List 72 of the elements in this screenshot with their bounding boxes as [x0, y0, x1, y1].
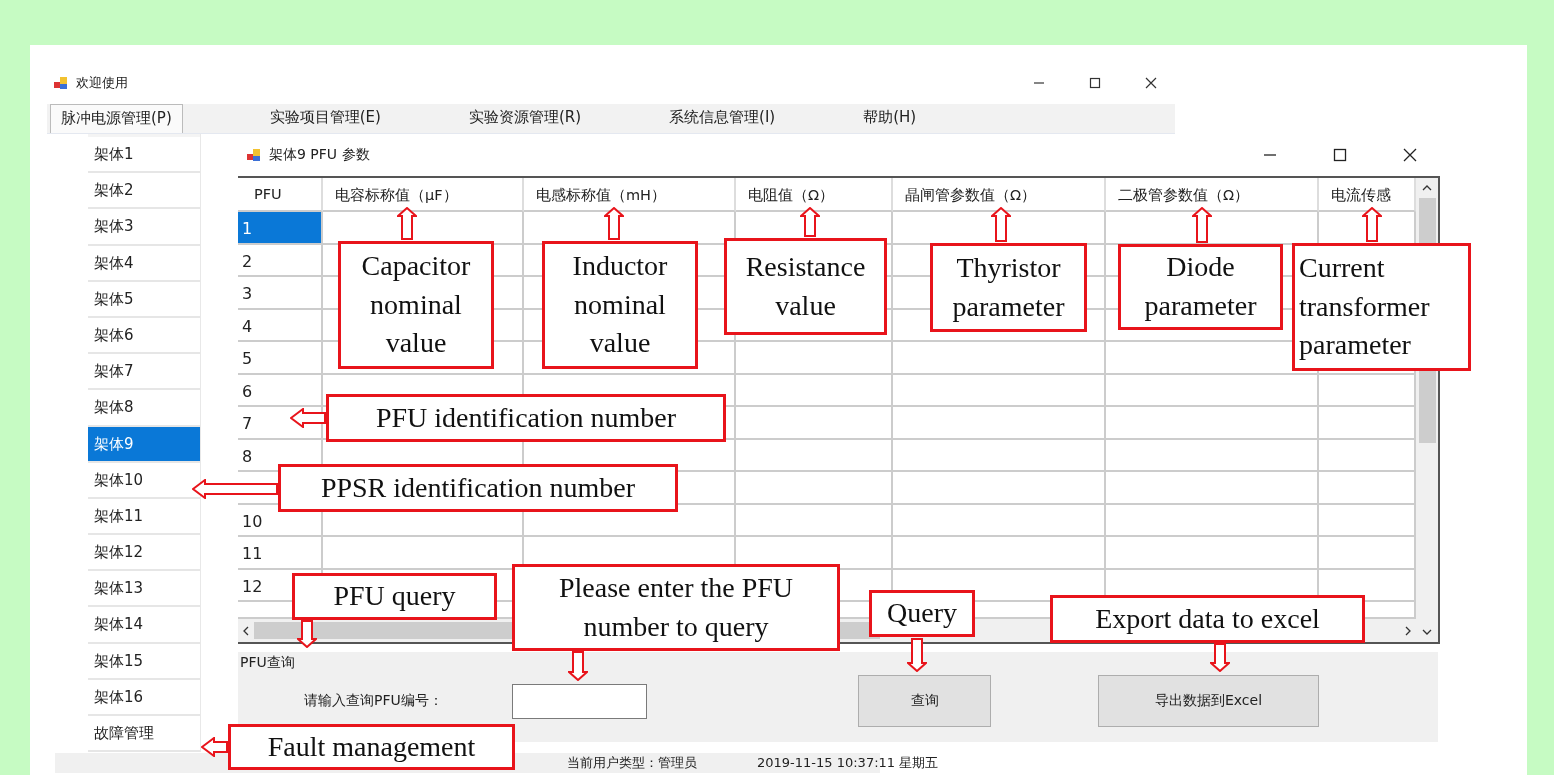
menu-item[interactable]: 系统信息管理(I): [658, 103, 787, 133]
sidebar-item[interactable]: 架体3: [88, 209, 200, 246]
field-label: 请输入查询PFU编号：: [304, 692, 444, 710]
callout-arrow-tooltip: [568, 651, 588, 681]
callout-tooltip: Export data to excel: [1050, 595, 1365, 643]
callout-arrow-tooltip: [907, 638, 927, 672]
callout-tooltip: Diode parameter: [1118, 244, 1283, 330]
scroll-right-icon[interactable]: [1404, 625, 1412, 636]
maximize-icon[interactable]: [1089, 77, 1101, 89]
menu-item[interactable]: 实验资源管理(R): [457, 103, 593, 133]
callout-tooltip: Capacitor nominal value: [338, 241, 494, 369]
scroll-up-icon[interactable]: [1422, 184, 1432, 192]
sidebar-item[interactable]: 架体11: [88, 498, 200, 536]
window-title: 架体9 PFU 参数: [269, 146, 370, 164]
table-cell: 6: [238, 374, 323, 407]
maximize-icon[interactable]: [1333, 148, 1347, 162]
app-icon: [247, 148, 261, 162]
sidebar-item[interactable]: 架体9: [88, 426, 200, 463]
sidebar-item[interactable]: 架体12: [88, 535, 200, 572]
callout-arrow-tooltip: [297, 620, 317, 648]
sidebar-item[interactable]: 架体14: [88, 607, 200, 644]
callout-tooltip: Inductor nominal value: [542, 241, 698, 369]
sidebar-item[interactable]: 架体4: [88, 245, 200, 282]
callout-tooltip: PFU query: [292, 573, 497, 620]
sidebar-item[interactable]: 架体13: [88, 571, 200, 608]
callout-arrow-tooltip: [290, 408, 326, 428]
window-title: 欢迎使用: [76, 74, 128, 92]
callout-tooltip: PPSR identification number: [278, 464, 678, 512]
sidebar-item[interactable]: 架体15: [88, 643, 200, 680]
input-field[interactable]: [512, 683, 647, 719]
callout-tooltip: Query: [869, 590, 975, 637]
callout-arrow-tooltip: [397, 207, 417, 240]
close-icon[interactable]: [1403, 148, 1417, 162]
callout-tooltip: PFU identification number: [326, 394, 726, 442]
callout-tooltip: Current transformer parameter: [1292, 243, 1471, 371]
table-cell: 11: [238, 537, 323, 570]
export-button[interactable]: 导出数据到Excel: [1098, 675, 1319, 727]
menu-item[interactable]: 脉冲电源管理(P): [50, 104, 183, 133]
query-button[interactable]: 查询: [858, 675, 991, 727]
app-icon: [54, 76, 68, 90]
table-cell: 4: [238, 309, 323, 342]
scroll-down-icon[interactable]: [1422, 628, 1432, 636]
sidebar-item[interactable]: 架体8: [88, 390, 200, 427]
callout-arrow-tooltip: [800, 207, 820, 237]
callout-tooltip: Please enter the PFU number to query: [512, 564, 840, 651]
scroll-left-icon[interactable]: [242, 625, 250, 636]
table-cell: 3: [238, 277, 323, 310]
callout-tooltip: Thyristor parameter: [930, 243, 1087, 332]
status-text: 2019-11-15 10:37:11 星期五: [757, 754, 939, 772]
menu-item[interactable]: 帮助(H): [852, 103, 928, 133]
sidebar-item[interactable]: 架体6: [88, 317, 200, 355]
callout-tooltip: Fault management: [228, 724, 515, 770]
sidebar-item[interactable]: 架体5: [88, 281, 200, 318]
status-text: 当前用户类型：管理员: [567, 754, 697, 772]
callout-arrow-tooltip: [991, 207, 1011, 242]
group-title: PFU查询: [240, 654, 295, 672]
table-cell: 2: [238, 244, 323, 277]
callout-arrow-tooltip: [604, 207, 624, 240]
sidebar-item[interactable]: 架体10: [88, 462, 200, 499]
close-icon[interactable]: [1145, 77, 1157, 89]
table-cell: 5: [238, 342, 323, 375]
table-cell: 1: [238, 212, 323, 245]
sidebar-item[interactable]: 故障管理: [88, 716, 200, 753]
menu-item[interactable]: 实验项目管理(E): [258, 103, 392, 133]
sidebar-item[interactable]: 架体1: [88, 137, 200, 174]
callout-tooltip: Resistance value: [724, 238, 887, 335]
sidebar-item[interactable]: 架体16: [88, 679, 200, 716]
sidebar-item[interactable]: 架体2: [88, 173, 200, 210]
sidebar-item[interactable]: 架体7: [88, 354, 200, 391]
callout-arrow-tooltip: [1192, 207, 1212, 243]
callout-arrow-tooltip: [1210, 643, 1230, 672]
callout-arrow-tooltip: [1362, 207, 1382, 242]
